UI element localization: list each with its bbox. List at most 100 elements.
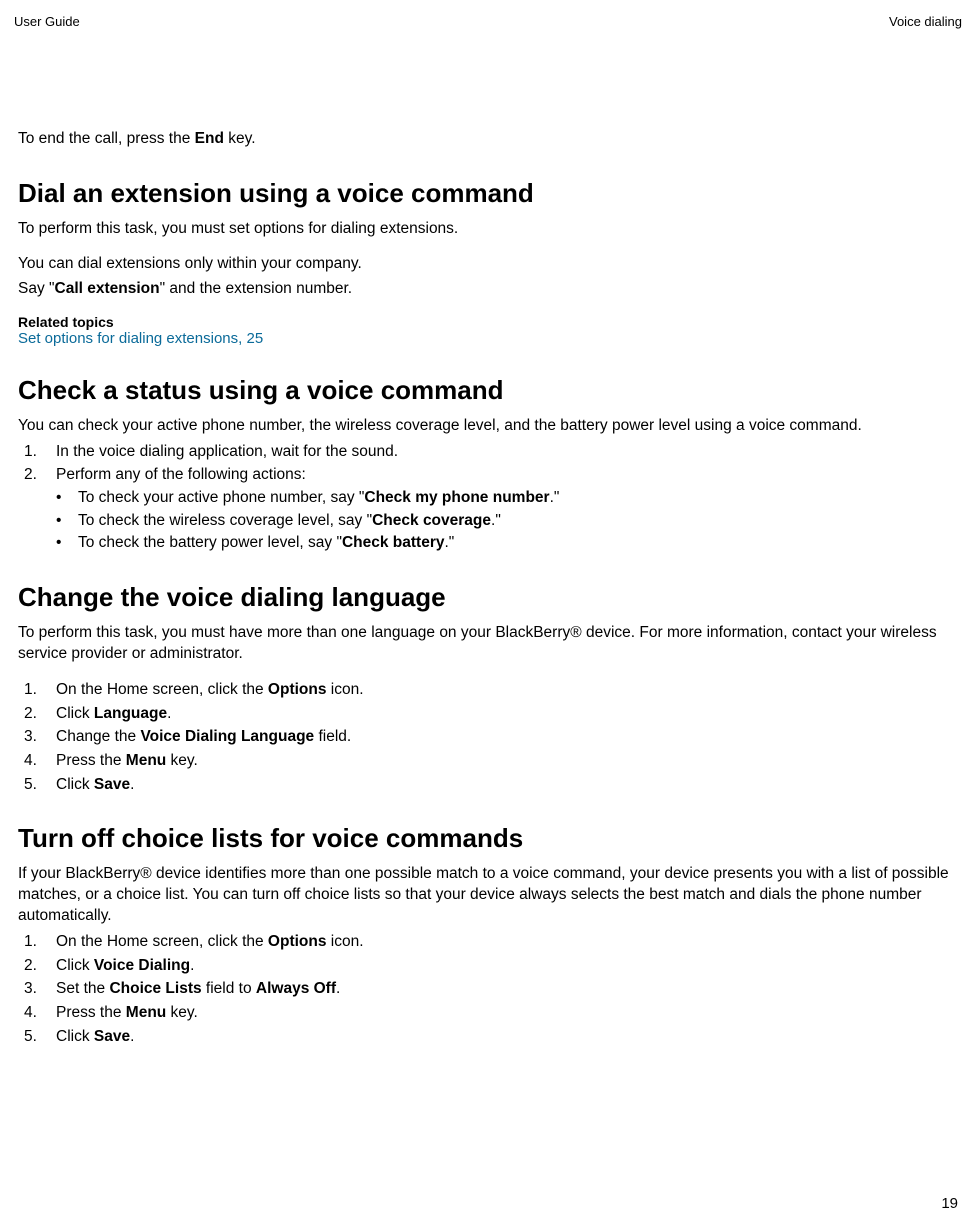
text: . [190, 957, 194, 974]
step-text: Press the Menu key. [56, 750, 958, 772]
step-number: 3. [18, 726, 56, 748]
text: To end the call, press the [18, 130, 195, 147]
bullet-text: To check your active phone number, say "… [78, 487, 559, 509]
bullet-row: • To check the battery power level, say … [56, 532, 958, 554]
step-number: 2. [18, 703, 56, 725]
step-number: 1. [18, 441, 56, 463]
ui-label: Save [94, 1028, 130, 1045]
bullet-row: • To check the wireless coverage level, … [56, 510, 958, 532]
related-topics-label: Related topics [18, 314, 958, 330]
step-number: 2. [18, 464, 56, 486]
step-text: Click Save. [56, 1026, 958, 1048]
header-left: User Guide [14, 14, 80, 29]
step-row: 3. Change the Voice Dialing Language fie… [18, 726, 958, 748]
heading-choice-lists: Turn off choice lists for voice commands [18, 823, 958, 854]
step-row: 1. On the Home screen, click the Options… [18, 679, 958, 701]
text: On the Home screen, click the [56, 681, 268, 698]
paragraph: Say "Call extension" and the extension n… [18, 279, 958, 300]
step-row: 5. Click Save. [18, 774, 958, 796]
text: Change the [56, 728, 140, 745]
text: Press the [56, 1004, 126, 1021]
heading-change-language: Change the voice dialing language [18, 582, 958, 613]
step-text: Set the Choice Lists field to Always Off… [56, 978, 958, 1000]
text: On the Home screen, click the [56, 933, 268, 950]
step-number: 4. [18, 1002, 56, 1024]
page-number: 19 [941, 1195, 958, 1212]
key-name: End [195, 130, 224, 147]
text: " and the extension number. [160, 280, 353, 297]
step-number: 2. [18, 955, 56, 977]
related-topics-link[interactable]: Set options for dialing extensions, 25 [18, 330, 958, 347]
text: . [130, 1028, 134, 1045]
step-number: 1. [18, 679, 56, 701]
step-row: 1. On the Home screen, click the Options… [18, 931, 958, 953]
ui-label: Options [268, 681, 327, 698]
step-row: 5. Click Save. [18, 1026, 958, 1048]
ui-label: Language [94, 705, 167, 722]
text: Click [56, 957, 94, 974]
step-text: On the Home screen, click the Options ic… [56, 679, 958, 701]
ui-label: Save [94, 776, 130, 793]
text: field to [202, 980, 256, 997]
text: To check your active phone number, say " [78, 489, 364, 506]
page-header: User Guide Voice dialing [14, 14, 962, 29]
step-text: Click Save. [56, 774, 958, 796]
step-text: Click Language. [56, 703, 958, 725]
text: ." [444, 534, 454, 551]
text: icon. [326, 933, 363, 950]
bullet-text: To check the battery power level, say "C… [78, 532, 454, 554]
text: To check the wireless coverage level, sa… [78, 512, 372, 529]
text: Click [56, 776, 94, 793]
ui-label: Voice Dialing Language [140, 728, 314, 745]
step-text: Press the Menu key. [56, 1002, 958, 1024]
heading-dial-extension: Dial an extension using a voice command [18, 178, 958, 209]
intro-line: To end the call, press the End key. [18, 129, 958, 150]
paragraph: To perform this task, you must have more… [18, 623, 958, 665]
step-row: 3. Set the Choice Lists field to Always … [18, 978, 958, 1000]
step-number: 4. [18, 750, 56, 772]
paragraph: You can check your active phone number, … [18, 416, 958, 437]
step-row: 2. Click Language. [18, 703, 958, 725]
step-text: Change the Voice Dialing Language field. [56, 726, 958, 748]
voice-command: Call extension [55, 280, 160, 297]
text: Press the [56, 752, 126, 769]
bullet-icon: • [56, 487, 78, 509]
step-number: 1. [18, 931, 56, 953]
voice-command: Check battery [342, 534, 445, 551]
step-row: 4. Press the Menu key. [18, 750, 958, 772]
step-row: 2. Click Voice Dialing. [18, 955, 958, 977]
step-text: Perform any of the following actions: [56, 464, 958, 486]
text: field. [314, 728, 351, 745]
voice-command: Check my phone number [364, 489, 549, 506]
paragraph: You can dial extensions only within your… [18, 254, 958, 275]
header-right: Voice dialing [889, 14, 962, 29]
ui-label: Options [268, 933, 327, 950]
ui-label: Menu [126, 1004, 166, 1021]
step-row: 2. Perform any of the following actions: [18, 464, 958, 486]
step-number: 5. [18, 1026, 56, 1048]
text: key. [166, 752, 198, 769]
ui-label: Always Off [256, 980, 336, 997]
step-row: 4. Press the Menu key. [18, 1002, 958, 1024]
step-text: Click Voice Dialing. [56, 955, 958, 977]
voice-command: Check coverage [372, 512, 491, 529]
heading-check-status: Check a status using a voice command [18, 375, 958, 406]
text: icon. [326, 681, 363, 698]
text: key. [166, 1004, 198, 1021]
text: . [167, 705, 171, 722]
bullet-row: • To check your active phone number, say… [56, 487, 958, 509]
text: Click [56, 705, 94, 722]
text: ." [550, 489, 560, 506]
step-row: 1. In the voice dialing application, wai… [18, 441, 958, 463]
ui-label: Menu [126, 752, 166, 769]
bullet-icon: • [56, 510, 78, 532]
bullet-icon: • [56, 532, 78, 554]
paragraph: To perform this task, you must set optio… [18, 219, 958, 240]
ui-label: Voice Dialing [94, 957, 190, 974]
text: Click [56, 1028, 94, 1045]
step-number: 5. [18, 774, 56, 796]
bullet-text: To check the wireless coverage level, sa… [78, 510, 501, 532]
paragraph: If your BlackBerry® device identifies mo… [18, 864, 958, 927]
text: To check the battery power level, say " [78, 534, 342, 551]
text: Set the [56, 980, 109, 997]
